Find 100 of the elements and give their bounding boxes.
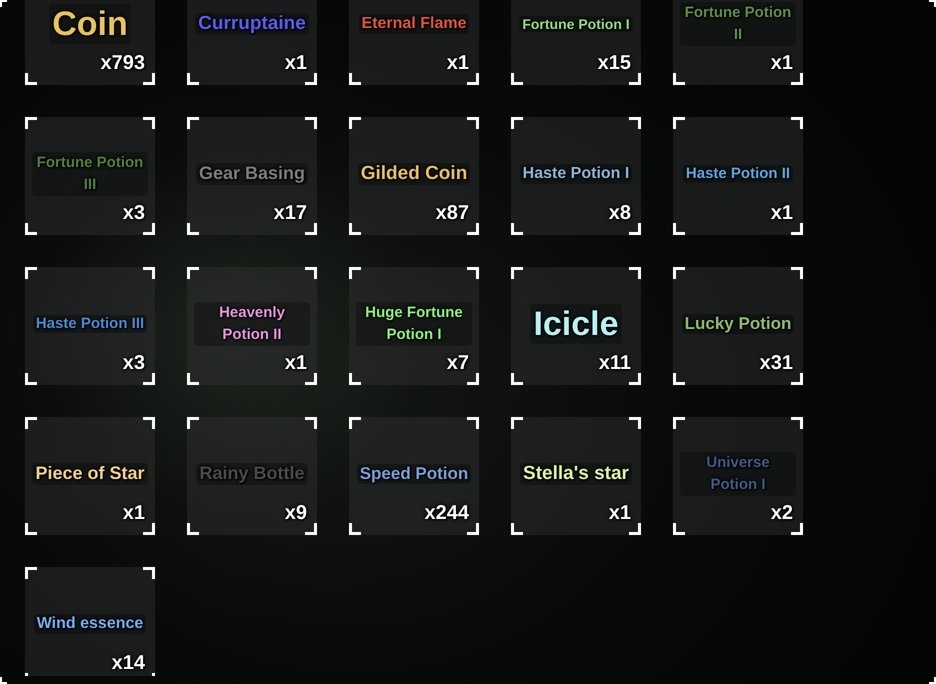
corner-bracket-icon bbox=[673, 373, 685, 385]
corner-bracket-icon bbox=[467, 523, 479, 535]
item-name: Wind essence bbox=[34, 614, 146, 634]
corner-bracket-icon bbox=[305, 117, 317, 129]
corner-bracket-icon bbox=[673, 117, 685, 129]
item-count: x1 bbox=[770, 53, 793, 73]
corner-bracket-icon bbox=[673, 267, 685, 279]
corner-bracket-icon bbox=[467, 267, 479, 279]
item-slot[interactable]: Haste Potion II x1 bbox=[673, 117, 803, 235]
corner-bracket-icon bbox=[791, 417, 803, 429]
item-count: x9 bbox=[284, 503, 307, 523]
corner-bracket-icon bbox=[511, 267, 523, 279]
item-count: x7 bbox=[446, 353, 469, 373]
corner-bracket-icon bbox=[25, 567, 37, 579]
corner-bracket-icon bbox=[349, 223, 361, 235]
item-slot[interactable]: Coin x793 bbox=[25, 0, 155, 85]
frame-corner-icon bbox=[929, 677, 936, 684]
item-count: x3 bbox=[122, 353, 145, 373]
corner-bracket-icon bbox=[349, 417, 361, 429]
corner-bracket-icon bbox=[511, 73, 523, 85]
item-count: x15 bbox=[598, 53, 631, 73]
corner-bracket-icon bbox=[187, 373, 199, 385]
corner-bracket-icon bbox=[467, 373, 479, 385]
corner-bracket-icon bbox=[143, 117, 155, 129]
corner-bracket-icon bbox=[511, 417, 523, 429]
corner-bracket-icon bbox=[511, 223, 523, 235]
item-name: Curruptaine bbox=[195, 12, 309, 36]
corner-bracket-icon bbox=[143, 567, 155, 579]
item-slot[interactable]: Icicle x11 bbox=[511, 267, 641, 385]
item-slot[interactable]: Curruptaine x1 bbox=[187, 0, 317, 85]
item-name: Stella's star bbox=[520, 462, 632, 486]
corner-bracket-icon bbox=[25, 117, 37, 129]
corner-bracket-icon bbox=[791, 223, 803, 235]
corner-bracket-icon bbox=[349, 117, 361, 129]
item-name: Huge Fortune Potion I bbox=[356, 302, 472, 346]
corner-bracket-icon bbox=[143, 417, 155, 429]
item-slot[interactable]: Gear Basing x17 bbox=[187, 117, 317, 235]
item-name: Icicle bbox=[530, 304, 622, 344]
item-slot[interactable]: Speed Potion x244 bbox=[349, 417, 479, 535]
corner-bracket-icon bbox=[187, 417, 199, 429]
item-count: x1 bbox=[122, 503, 145, 523]
item-slot[interactable]: Fortune Potion III x3 bbox=[25, 117, 155, 235]
corner-bracket-icon bbox=[511, 523, 523, 535]
corner-bracket-icon bbox=[25, 223, 37, 235]
item-name: Fortune Potion I bbox=[519, 16, 633, 32]
item-slot[interactable]: Fortune Potion I x15 bbox=[511, 0, 641, 85]
item-slot[interactable]: Rainy Bottle x9 bbox=[187, 417, 317, 535]
item-slot[interactable]: Fortune Potion II x1 bbox=[673, 0, 803, 85]
corner-bracket-icon bbox=[25, 373, 37, 385]
frame-corner-icon bbox=[929, 0, 936, 7]
corner-bracket-icon bbox=[467, 73, 479, 85]
item-slot[interactable]: Eternal Flame x1 bbox=[349, 0, 479, 85]
corner-bracket-icon bbox=[143, 223, 155, 235]
item-name: Universe Potion I bbox=[680, 452, 796, 496]
corner-bracket-icon bbox=[25, 523, 37, 535]
corner-bracket-icon bbox=[467, 223, 479, 235]
corner-bracket-icon bbox=[349, 267, 361, 279]
corner-bracket-icon bbox=[349, 523, 361, 535]
item-name: Coin bbox=[49, 4, 131, 44]
corner-bracket-icon bbox=[629, 523, 641, 535]
item-count: x31 bbox=[760, 353, 793, 373]
corner-bracket-icon bbox=[629, 73, 641, 85]
item-name: Lucky Potion bbox=[682, 314, 794, 334]
corner-bracket-icon bbox=[673, 523, 685, 535]
item-slot[interactable]: Stella's star x1 bbox=[511, 417, 641, 535]
corner-bracket-icon bbox=[629, 417, 641, 429]
item-slot[interactable]: Haste Potion I x8 bbox=[511, 117, 641, 235]
corner-bracket-icon bbox=[187, 223, 199, 235]
item-count: x1 bbox=[608, 503, 631, 523]
corner-bracket-icon bbox=[629, 373, 641, 385]
item-count: x11 bbox=[598, 353, 631, 373]
item-slot[interactable]: Heavenly Potion II x1 bbox=[187, 267, 317, 385]
item-name: Rainy Bottle bbox=[196, 463, 308, 485]
item-slot[interactable]: Huge Fortune Potion I x7 bbox=[349, 267, 479, 385]
item-slot[interactable]: Wind essence x14 bbox=[25, 567, 155, 676]
item-slot[interactable]: Piece of Star x1 bbox=[25, 417, 155, 535]
item-name: Eternal Flame bbox=[358, 14, 470, 34]
corner-bracket-icon bbox=[673, 223, 685, 235]
corner-bracket-icon bbox=[791, 373, 803, 385]
item-count: x14 bbox=[112, 653, 145, 673]
item-count: x244 bbox=[424, 503, 469, 523]
item-slot[interactable]: Haste Potion III x3 bbox=[25, 267, 155, 385]
item-name: Heavenly Potion II bbox=[194, 302, 310, 346]
item-slot[interactable]: Universe Potion I x2 bbox=[673, 417, 803, 535]
item-count: x1 bbox=[284, 353, 307, 373]
frame-corner-icon bbox=[0, 677, 7, 684]
corner-bracket-icon bbox=[673, 417, 685, 429]
corner-bracket-icon bbox=[25, 267, 37, 279]
item-count: x8 bbox=[608, 203, 631, 223]
corner-bracket-icon bbox=[629, 267, 641, 279]
item-slot[interactable]: Lucky Potion x31 bbox=[673, 267, 803, 385]
item-count: x793 bbox=[100, 53, 145, 73]
corner-bracket-icon bbox=[791, 73, 803, 85]
corner-bracket-icon bbox=[305, 223, 317, 235]
item-slot[interactable]: Gilded Coin x87 bbox=[349, 117, 479, 235]
corner-bracket-icon bbox=[791, 117, 803, 129]
item-name: Fortune Potion III bbox=[32, 152, 148, 196]
item-name: Gear Basing bbox=[196, 163, 308, 185]
item-count: x1 bbox=[770, 203, 793, 223]
corner-bracket-icon bbox=[25, 73, 37, 85]
